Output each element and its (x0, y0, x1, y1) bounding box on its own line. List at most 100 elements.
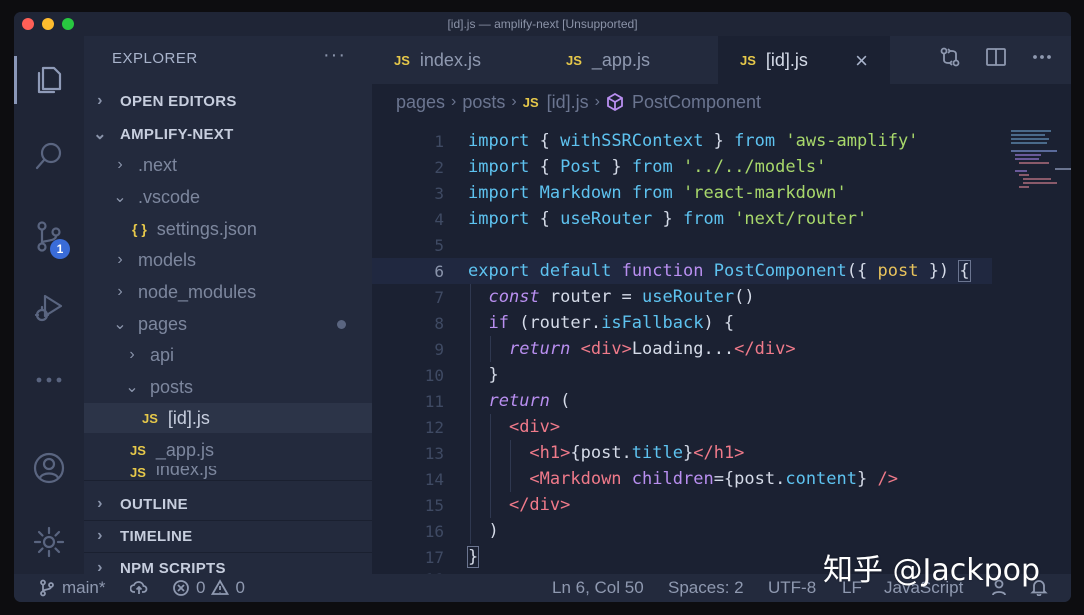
files-icon (37, 66, 62, 94)
code-text: const router = useRouter() (488, 287, 755, 307)
code-text: import { withSSRContext } from 'aws-ampl… (468, 131, 919, 151)
more-activity[interactable] (14, 350, 84, 410)
tree-item-node-modules[interactable]: › node_modules (84, 277, 372, 307)
minimap-line (1019, 186, 1029, 188)
breadcrumb-pages[interactable]: pages (396, 92, 445, 113)
close-tab-icon[interactable]: × (855, 48, 868, 74)
modified-dot (337, 319, 346, 329)
split-editor-button[interactable] (973, 46, 1019, 74)
scrollbar-cursor-marker (1055, 168, 1071, 170)
breadcrumb-file[interactable]: [id].js (547, 92, 589, 113)
breadcrumb-posts[interactable]: posts (462, 92, 505, 113)
cursor-position[interactable]: Ln 6, Col 50 (552, 578, 644, 598)
timeline-section[interactable]: › TIMELINE (84, 521, 372, 551)
manage-activity[interactable] (14, 512, 84, 572)
compare-changes-button[interactable] (927, 46, 973, 74)
run-debug-activity[interactable] (14, 276, 84, 336)
account-icon (33, 452, 65, 484)
open-editors-section[interactable]: › OPEN EDITORS (84, 86, 372, 116)
tree-item-settings-json[interactable]: { } settings.json (84, 214, 372, 244)
indentation[interactable]: Spaces: 2 (668, 578, 744, 598)
code-text: return <div>Loading...</div> (508, 339, 796, 359)
tree-item-app-js[interactable]: JS _app.js (84, 435, 372, 465)
js-file-icon: JS (130, 466, 146, 480)
line-number: 5 (434, 235, 444, 255)
error-count: 0 (196, 578, 206, 597)
breadcrumb-symbol[interactable]: PostComponent (632, 92, 761, 113)
minimap[interactable] (1011, 128, 1061, 218)
tree-item-next[interactable]: › .next (84, 150, 372, 180)
tree-item-label: node_modules (138, 281, 257, 302)
tree-item-pages[interactable]: ⌄ pages (84, 309, 372, 339)
tree-item-label: api (150, 344, 175, 365)
tab-index-js[interactable]: JS index.js (372, 36, 544, 84)
tree-item-api[interactable]: › api (84, 340, 372, 370)
source-control-activity[interactable]: 1 (14, 206, 84, 266)
tree-item-label: [id].js (167, 407, 210, 428)
chevron-right-icon: › (97, 92, 103, 109)
code-text: import Markdown from 'react-markdown' (468, 183, 847, 203)
code-line: 4 import { useRouter } from 'next/router… (372, 206, 992, 232)
minimap-line (1011, 150, 1057, 152)
tree-item-label: models (138, 249, 197, 270)
json-file-icon: { } (132, 221, 147, 237)
code-line: 12 <div> (372, 414, 992, 440)
line-number: 9 (434, 339, 444, 359)
js-file-icon: JS (522, 94, 539, 110)
chevron-down-icon: ⌄ (93, 126, 107, 143)
minimap-line (1019, 162, 1049, 164)
timeline-label: TIMELINE (120, 527, 193, 545)
npm-scripts-section[interactable]: › NPM SCRIPTS (84, 553, 372, 574)
project-label: AMPLIFY-NEXT (120, 125, 234, 143)
tree-item-id-js[interactable]: JS [id].js (84, 403, 372, 433)
minimap-line (1011, 138, 1049, 140)
minimap-line (1011, 130, 1051, 132)
error-icon (173, 580, 189, 596)
minimap-line (1023, 178, 1051, 180)
chevron-right-icon: › (97, 559, 103, 574)
search-activity[interactable] (14, 126, 84, 186)
more-actions-button[interactable] (1019, 46, 1065, 74)
tab-app-js[interactable]: JS _app.js (544, 36, 716, 84)
tree-item-index-js[interactable]: JS index.js (84, 466, 372, 480)
minimap-line (1015, 154, 1041, 156)
code-line: 9 return <div>Loading...</div> (372, 336, 992, 362)
minimap-line (1015, 158, 1039, 160)
project-section[interactable]: ⌄ AMPLIFY-NEXT (84, 119, 372, 149)
encoding[interactable]: UTF-8 (768, 578, 816, 598)
outline-section[interactable]: › OUTLINE (84, 489, 372, 519)
code-line: 16 ) (372, 518, 992, 544)
problems-indicator[interactable]: 0 0 (172, 578, 245, 598)
tree-item-posts[interactable]: ⌄ posts (84, 372, 372, 402)
line-number: 12 (424, 417, 444, 437)
code-text: <h1>{post.title}</h1> (529, 443, 745, 463)
tab-label: index.js (419, 49, 481, 70)
explorer-more-button[interactable]: ··· (323, 44, 346, 67)
minimap-line (1023, 182, 1057, 184)
branch-indicator[interactable]: main* (38, 578, 105, 598)
editor-tabs: JS index.js JS _app.js JS [id].js × (372, 36, 1071, 84)
line-number: 1 (434, 131, 444, 151)
line-number: 4 (434, 209, 444, 229)
explorer-activity[interactable] (14, 50, 84, 110)
warning-count: 0 (235, 578, 245, 597)
code-line: 1 import { withSSRContext } from 'aws-am… (372, 128, 992, 154)
line-number: 14 (424, 469, 444, 489)
tree-item-models[interactable]: › models (84, 245, 372, 275)
tab-id-js[interactable]: JS [id].js × (718, 36, 890, 84)
accounts-activity[interactable] (14, 438, 84, 498)
tree-item-vscode[interactable]: ⌄ .vscode (84, 182, 372, 212)
npm-scripts-label: NPM SCRIPTS (120, 559, 226, 575)
chevron-right-icon: › (129, 346, 135, 363)
sync-button[interactable] (130, 578, 154, 596)
cloud-upload-icon (130, 581, 148, 594)
line-number: 6 (434, 261, 444, 281)
warning-icon (211, 579, 230, 595)
line-number: 11 (424, 391, 444, 411)
open-editors-label: OPEN EDITORS (120, 92, 237, 110)
code-line: 8 if (router.isFallback) { (372, 310, 992, 336)
tree-item-label: index.js (155, 466, 217, 479)
js-file-icon: JS (130, 442, 146, 458)
debug-icon (34, 294, 63, 322)
minimap-line (1015, 170, 1027, 172)
